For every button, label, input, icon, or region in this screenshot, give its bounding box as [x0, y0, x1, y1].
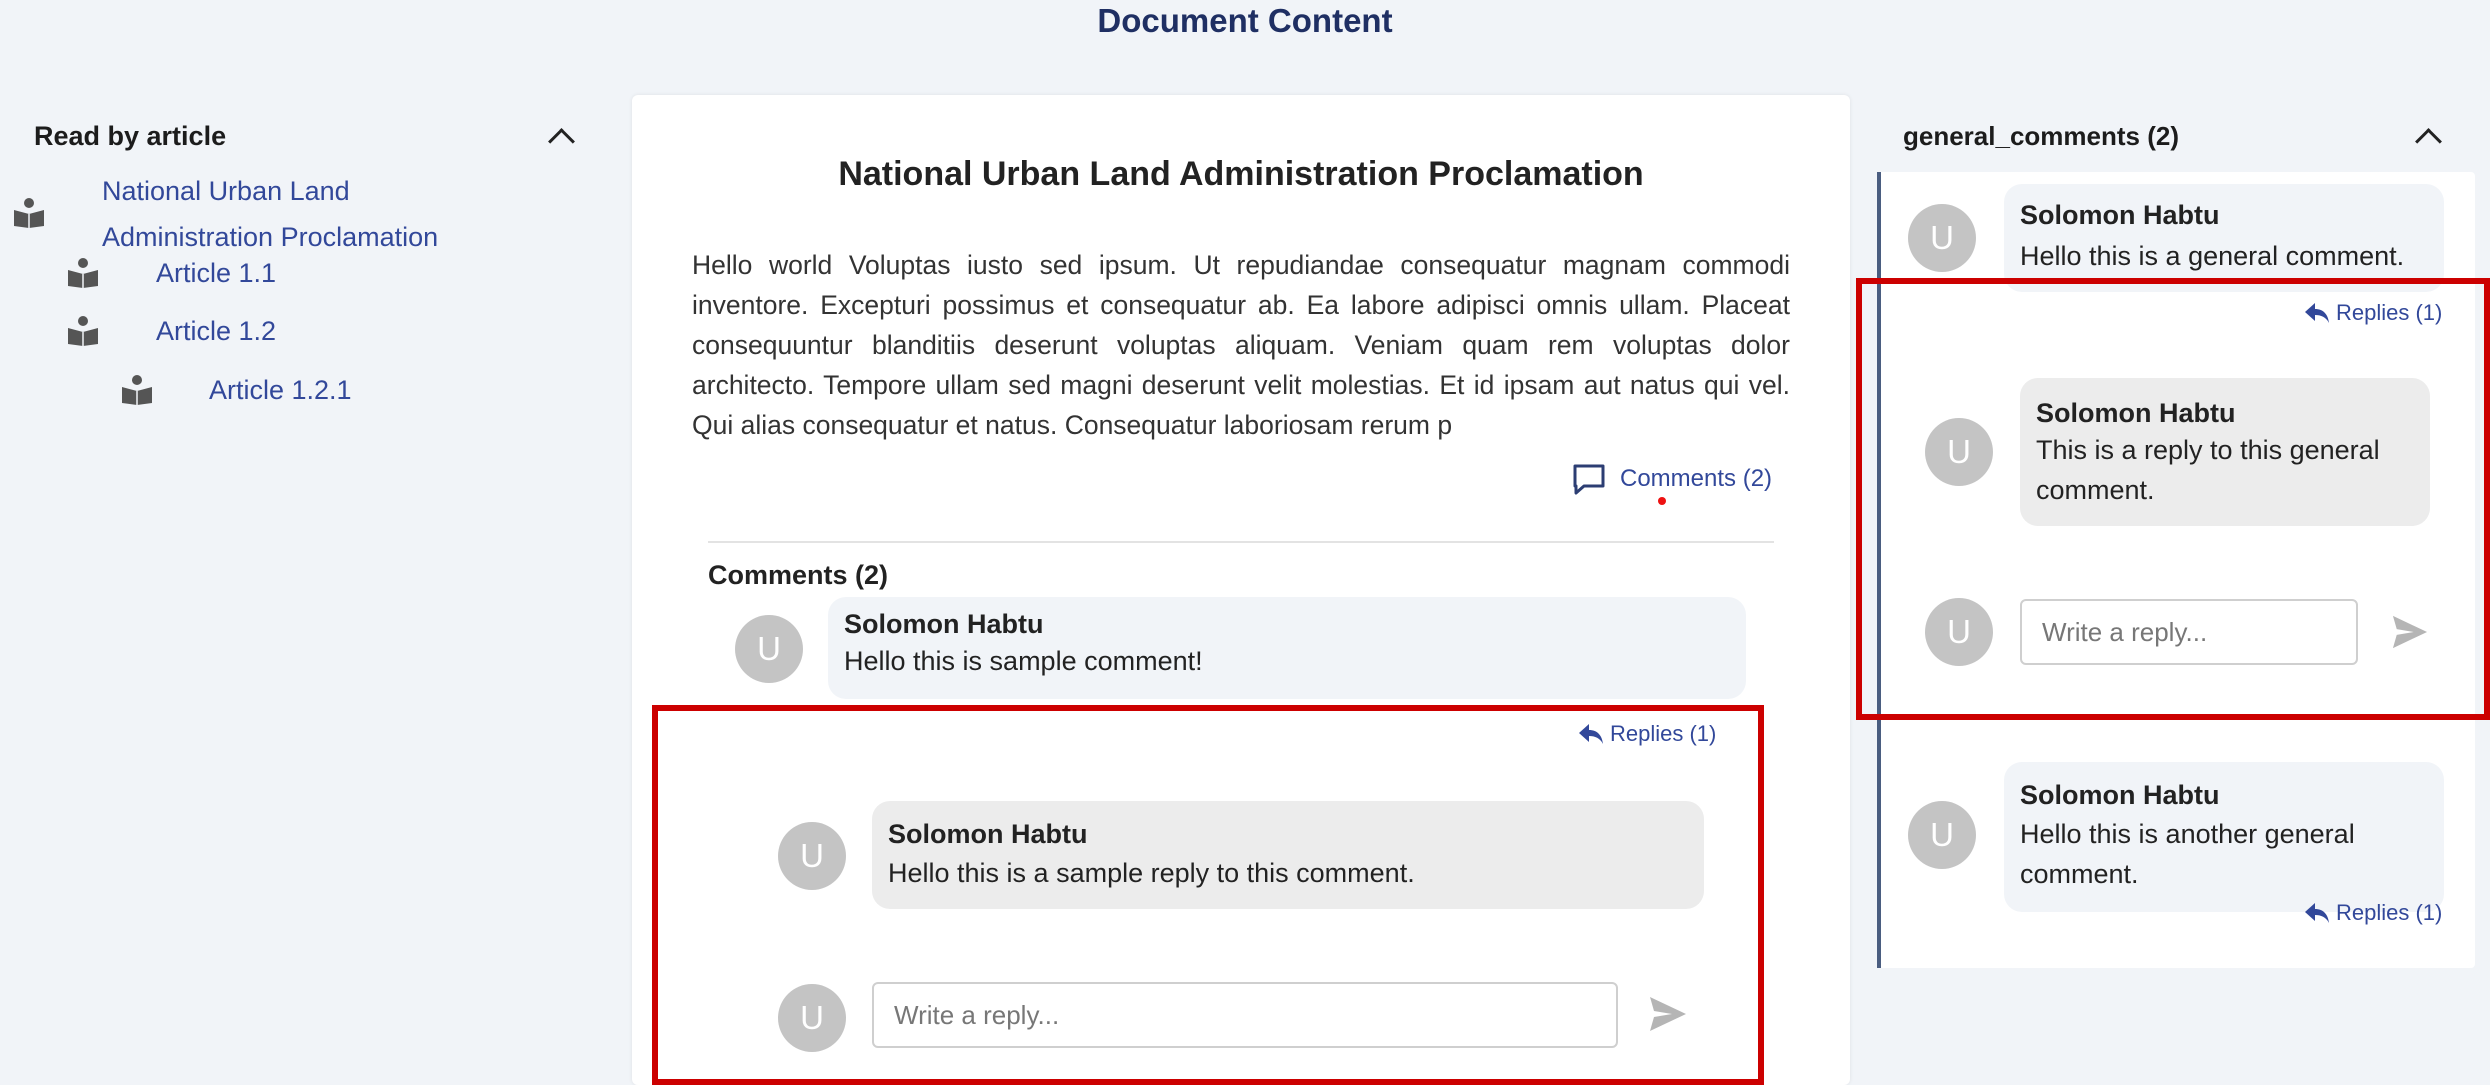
toc-item-article-1-2[interactable]: Article 1.2 — [156, 308, 276, 354]
comment-bubble: Solomon Habtu Hello this is sample comme… — [828, 597, 1746, 699]
replies-label[interactable]: Replies (1) — [1610, 721, 1716, 747]
reply-bubble: Solomon Habtu This is a reply to this ge… — [2020, 378, 2430, 526]
unread-indicator — [1658, 497, 1666, 505]
toc-item-article-1-2-1[interactable]: Article 1.2.1 — [209, 367, 352, 413]
chevron-up-icon[interactable] — [2415, 128, 2442, 155]
comment-author: Solomon Habtu — [844, 609, 1044, 639]
reply-author: Solomon Habtu — [2036, 398, 2236, 428]
comments-link-label[interactable]: Comments (2) — [1620, 465, 1772, 493]
comment-text: Hello this is a general comment. — [2020, 241, 2405, 271]
toc-item-article-1-1[interactable]: Article 1.1 — [156, 250, 276, 296]
reply-text: comment. — [2036, 475, 2155, 505]
general-comments-title: general_comments (2) — [1903, 121, 2179, 151]
reply-input[interactable] — [872, 982, 1618, 1048]
send-icon[interactable] — [2391, 614, 2429, 650]
comments-toggle-link[interactable]: Comments (2) — [1572, 462, 1772, 496]
thread-line — [1877, 172, 1881, 968]
comment-bubble: Solomon Habtu Hello this is another gene… — [2004, 762, 2444, 912]
book-reader-icon — [122, 375, 152, 405]
avatar: U — [1908, 204, 1976, 272]
avatar: U — [1925, 418, 1993, 486]
avatar: U — [778, 984, 846, 1052]
toc-item-proclamation[interactable]: National Urban Land Administration Procl… — [102, 168, 438, 260]
send-icon[interactable] — [1648, 995, 1688, 1033]
toc-header[interactable]: Read by article — [34, 116, 575, 156]
reply-arrow-icon — [1579, 724, 1603, 744]
chevron-up-icon[interactable] — [548, 128, 575, 155]
book-reader-icon — [68, 258, 98, 288]
replies-toggle-link[interactable]: Replies (1) — [2304, 300, 2442, 326]
reply-text: This is a reply to this general — [2036, 435, 2380, 465]
avatar: U — [735, 615, 803, 683]
document-heading: National Urban Land Administration Procl… — [838, 155, 1644, 193]
comments-heading: Comments (2) — [708, 560, 889, 590]
book-reader-icon — [68, 316, 98, 346]
document-card: National Urban Land Administration Procl… — [632, 95, 1850, 1085]
replies-toggle-link[interactable]: Replies (1) — [2304, 900, 2442, 926]
document-body: Hello world Voluptas iusto sed ipsum. Ut… — [692, 250, 1790, 440]
replies-toggle-link[interactable]: Replies (1) — [1578, 721, 1716, 747]
general-comments-header[interactable]: general_comments (2) — [1903, 116, 2443, 156]
reply-input[interactable] — [2020, 599, 2358, 665]
comment-text: Hello this is another general — [2020, 819, 2355, 849]
toc-item-label[interactable]: National Urban Land — [102, 168, 438, 214]
comment-text: Hello this is sample comment! — [844, 646, 1203, 676]
divider — [708, 541, 1774, 543]
replies-label[interactable]: Replies (1) — [2336, 900, 2442, 926]
page-title: Document Content — [1097, 2, 1393, 39]
avatar: U — [1908, 801, 1976, 869]
reply-bubble: Solomon Habtu Hello this is a sample rep… — [872, 801, 1704, 909]
comment-author: Solomon Habtu — [2020, 200, 2220, 230]
book-reader-icon — [14, 198, 44, 228]
comment-author: Solomon Habtu — [2020, 780, 2220, 810]
reply-author: Solomon Habtu — [888, 819, 1088, 849]
avatar: U — [778, 822, 846, 890]
replies-label[interactable]: Replies (1) — [2336, 300, 2442, 326]
reply-arrow-icon — [2305, 903, 2329, 923]
reply-text: Hello this is a sample reply to this com… — [888, 858, 1415, 888]
reply-arrow-icon — [2305, 303, 2329, 323]
comment-text: comment. — [2020, 859, 2139, 889]
comment-icon — [1573, 464, 1605, 495]
comment-bubble: Solomon Habtu Hello this is a general co… — [2004, 184, 2444, 292]
toc-title: Read by article — [34, 121, 227, 151]
avatar: U — [1925, 598, 1993, 666]
